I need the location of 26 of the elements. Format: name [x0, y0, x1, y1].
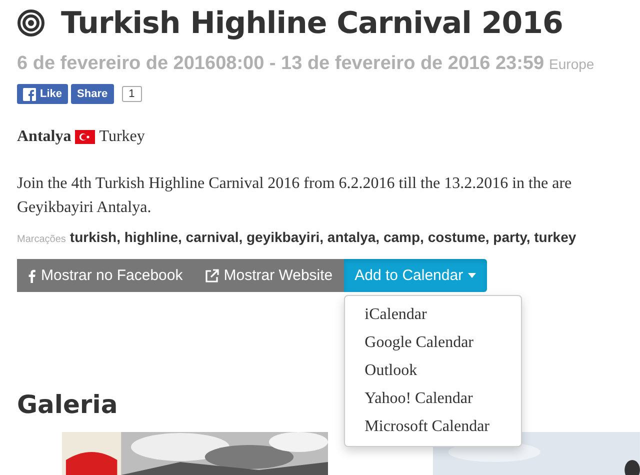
event-title: Turkish Highline Carnival 2016: [61, 6, 563, 40]
description-line: Geyikbayiri Antalya.: [17, 198, 152, 218]
calendar-menu-item[interactable]: iCalendar: [344, 301, 521, 329]
calendar-menu-item[interactable]: Google Calendar: [344, 329, 521, 357]
gallery-title: Galeria: [17, 390, 118, 421]
website-link-button[interactable]: Mostrar Website: [194, 259, 344, 292]
country: Turkey: [99, 128, 145, 146]
calendar-menu-item[interactable]: Yahoo! Calendar: [344, 385, 521, 413]
description-line: Join the 4th Turkish Highline Carnival 2016 from 6.2.2016 till the 13.2.2016 in the are: [17, 174, 573, 194]
timezone: Europe: [549, 56, 594, 72]
date-range: 6 de fevereiro de 201608:00 - 13 de fevereiro de 2016 23:59: [17, 53, 544, 75]
calendar-menu-item[interactable]: Microsoft Calendar: [344, 413, 521, 441]
city: Antalya: [17, 128, 72, 146]
facebook-icon: [23, 88, 36, 100]
calendar-menu-item[interactable]: Outlook: [344, 357, 521, 385]
target-icon: [17, 9, 45, 37]
tags-label: Marcações: [17, 234, 66, 245]
caret-icon: [468, 273, 476, 278]
external-link-icon: [204, 268, 219, 282]
turkey-flag-icon: [75, 130, 96, 144]
like-button[interactable]: Like: [17, 84, 68, 104]
facebook-link-button[interactable]: Mostrar no Facebook: [17, 259, 194, 292]
facebook-icon: [28, 268, 36, 282]
share-button[interactable]: Share: [71, 84, 114, 104]
tags-list: turkish, highline, carnival, geyikbayiri, antalya, camp, costume, party, turkey: [70, 229, 576, 245]
share-count: 1: [122, 86, 142, 102]
